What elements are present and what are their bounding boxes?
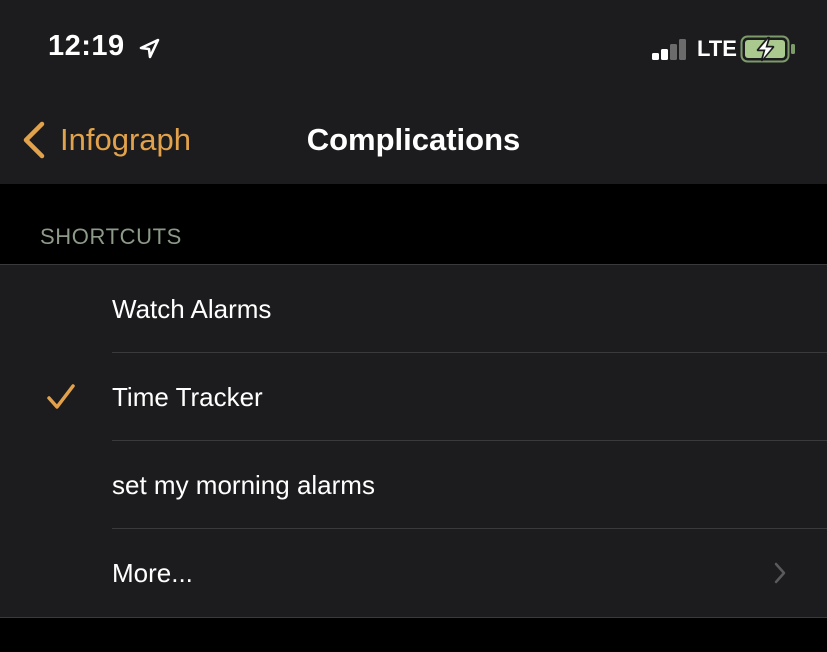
list-item-set-my-morning-alarms[interactable]: set my morning alarms — [0, 441, 827, 529]
list-item-label: More... — [112, 558, 193, 588]
list-item-time-tracker[interactable]: Time Tracker — [0, 353, 827, 441]
battery-charging-icon — [740, 35, 795, 63]
list-item-label: Watch Alarms — [112, 294, 272, 324]
shortcuts-list: Watch Alarms Time Tracker set my morning… — [0, 264, 827, 618]
section-header: SHORTCUTS — [40, 224, 182, 249]
status-time: 12:19 — [48, 30, 125, 62]
list-item-watch-alarms[interactable]: Watch Alarms — [0, 265, 827, 353]
network-type: LTE — [697, 36, 737, 61]
header-area: 12:19 LTE Infograph Complications — [0, 0, 827, 184]
signal-strength-icon — [652, 38, 690, 60]
location-arrow-icon — [139, 38, 160, 59]
checkmark-icon — [47, 384, 75, 409]
page-title: Complications — [306, 122, 521, 157]
list-item-more[interactable]: More... — [0, 529, 827, 617]
chevron-right-icon — [774, 562, 786, 584]
list-item-label: set my morning alarms — [112, 470, 375, 500]
list-item-label: Time Tracker — [112, 382, 263, 412]
